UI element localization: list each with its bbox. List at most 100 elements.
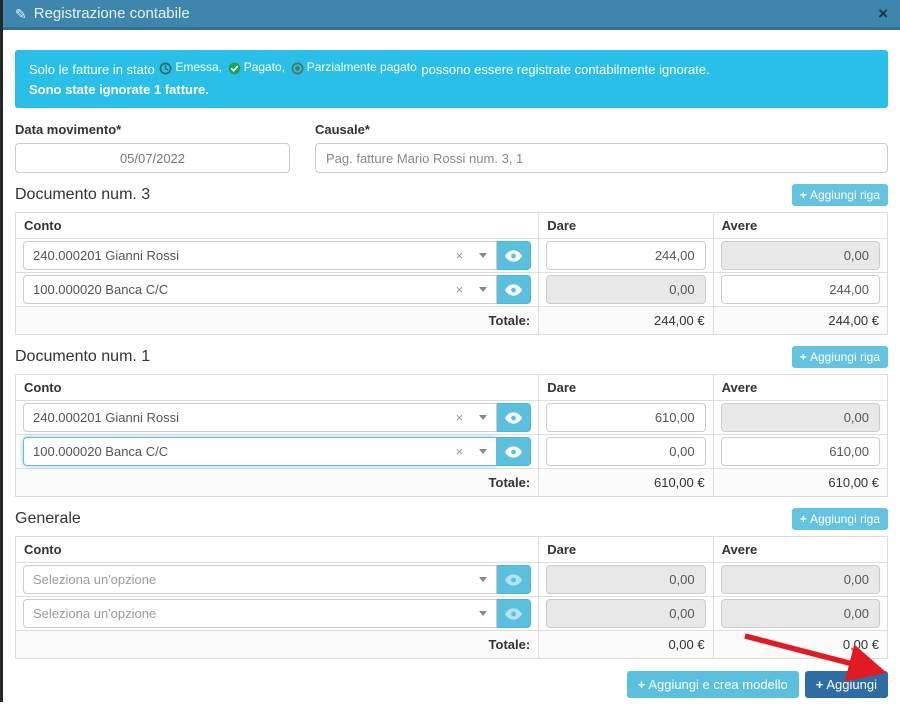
- view-account-button[interactable]: [497, 565, 531, 594]
- info-alert: Solo le fatture in stato Emessa, Pagato,…: [15, 50, 888, 108]
- section-head: Documento num. 3 +Aggiungi riga: [15, 184, 888, 206]
- table-row: 240.000201 Gianni Rossi ×: [16, 239, 888, 273]
- add-button-label: Aggiungi: [826, 677, 877, 692]
- dare-input[interactable]: [546, 241, 705, 270]
- view-account-button[interactable]: [497, 599, 531, 628]
- table-row: 240.000201 Gianni Rossi ×: [16, 401, 888, 435]
- totale-row: Totale: 0,00 € 0,00 €: [16, 631, 888, 659]
- section-head: Documento num. 1 +Aggiungi riga: [15, 346, 888, 368]
- dare-input[interactable]: [546, 403, 705, 432]
- account-select-focused[interactable]: 100.000020 Banca C/C ×: [23, 437, 497, 466]
- alert-suffix: possono essere registrate contabilmente …: [421, 62, 709, 77]
- account-select-value: 100.000020 Banca C/C: [33, 282, 456, 297]
- column-header-avere: Avere: [713, 375, 887, 401]
- view-account-button[interactable]: [497, 403, 531, 432]
- date-input[interactable]: [15, 143, 290, 173]
- column-header-conto: Conto: [16, 537, 539, 563]
- movement-form-row: Data movimento* Causale*: [15, 122, 888, 173]
- date-label: Data movimento*: [15, 122, 290, 137]
- clear-icon[interactable]: ×: [456, 411, 464, 424]
- table-row: Seleziona un'opzione: [16, 597, 888, 631]
- plus-icon: +: [638, 677, 646, 692]
- totale-avere: 610,00 €: [713, 469, 887, 497]
- section-title: Documento num. 1: [15, 348, 150, 366]
- chevron-down-icon: [479, 415, 487, 420]
- add-and-create-template-button[interactable]: +Aggiungi e crea modello: [627, 671, 799, 698]
- eye-icon: [505, 412, 522, 424]
- chevron-down-icon: [479, 449, 487, 454]
- column-header-avere: Avere: [713, 537, 887, 563]
- causale-input[interactable]: [315, 143, 888, 173]
- check-circle-icon: [228, 62, 241, 75]
- status-emessa: Emessa,: [159, 58, 222, 77]
- chevron-down-icon: [479, 611, 487, 616]
- causale-label: Causale*: [315, 122, 888, 137]
- add-and-create-template-label: Aggiungi e crea modello: [648, 677, 787, 692]
- view-account-button[interactable]: [497, 241, 531, 270]
- column-header-dare: Dare: [539, 375, 713, 401]
- dare-input: [546, 275, 705, 304]
- table-row: Seleziona un'opzione: [16, 563, 888, 597]
- view-account-button[interactable]: [497, 437, 531, 466]
- column-header-conto: Conto: [16, 213, 539, 239]
- account-select[interactable]: 240.000201 Gianni Rossi ×: [23, 403, 497, 432]
- eye-icon: [505, 284, 522, 296]
- accounts-table: Conto Dare Avere 240.000201 Gianni Rossi…: [15, 212, 888, 335]
- status-pagato-label: Pagato,: [244, 58, 285, 77]
- avere-input[interactable]: [721, 275, 880, 304]
- modal-header: ✎ Registrazione contabile ×: [3, 0, 900, 30]
- alert-line-1: Solo le fatture in stato Emessa, Pagato,…: [29, 58, 874, 80]
- add-row-button[interactable]: +Aggiungi riga: [792, 346, 888, 368]
- pencil-icon: ✎: [15, 7, 27, 21]
- totale-avere: 244,00 €: [713, 307, 887, 335]
- status-parzialmente-label: Parzialmente pagato: [307, 58, 417, 77]
- table-row: 100.000020 Banca C/C ×: [16, 273, 888, 307]
- dare-input[interactable]: [546, 437, 705, 466]
- modal-title: Registrazione contabile: [34, 5, 190, 22]
- clear-icon[interactable]: ×: [456, 283, 464, 296]
- account-select-empty[interactable]: Seleziona un'opzione: [23, 565, 497, 594]
- chevron-down-icon: [479, 577, 487, 582]
- dare-input: [546, 599, 705, 628]
- add-button[interactable]: +Aggiungi: [805, 671, 888, 698]
- column-header-avere: Avere: [713, 213, 887, 239]
- section-generale: Generale +Aggiungi riga Conto Dare Avere…: [15, 508, 888, 659]
- close-icon[interactable]: ×: [878, 5, 888, 22]
- account-select-placeholder: Seleziona un'opzione: [33, 572, 479, 587]
- account-select-value: 240.000201 Gianni Rossi: [33, 248, 456, 263]
- clear-icon[interactable]: ×: [456, 249, 464, 262]
- table-row: 100.000020 Banca C/C ×: [16, 435, 888, 469]
- status-parzialmente-pagato: Parzialmente pagato: [291, 58, 417, 77]
- totale-label: Totale:: [16, 307, 539, 335]
- account-select[interactable]: 100.000020 Banca C/C ×: [23, 275, 497, 304]
- plus-icon: +: [800, 512, 807, 526]
- eye-icon: [505, 608, 522, 620]
- add-row-button[interactable]: +Aggiungi riga: [792, 184, 888, 206]
- partial-paid-icon: [291, 62, 304, 75]
- account-select-empty[interactable]: Seleziona un'opzione: [23, 599, 497, 628]
- status-pagato: Pagato,: [228, 58, 285, 77]
- totale-dare: 244,00 €: [539, 307, 713, 335]
- add-row-label: Aggiungi riga: [810, 512, 880, 526]
- add-row-button[interactable]: +Aggiungi riga: [792, 508, 888, 530]
- alert-line-2: Sono state ignorate 1 fatture.: [29, 80, 874, 100]
- eye-icon: [505, 574, 522, 586]
- accounts-table: Conto Dare Avere 240.000201 Gianni Rossi…: [15, 374, 888, 497]
- avere-input: [721, 241, 880, 270]
- view-account-button[interactable]: [497, 275, 531, 304]
- modal-backdrop-edge: [0, 0, 3, 702]
- eye-icon: [505, 250, 522, 262]
- totale-label: Totale:: [16, 469, 539, 497]
- plus-icon: +: [816, 677, 824, 692]
- totale-dare: 0,00 €: [539, 631, 713, 659]
- plus-icon: +: [800, 188, 807, 202]
- avere-input: [721, 403, 880, 432]
- account-select[interactable]: 240.000201 Gianni Rossi ×: [23, 241, 497, 270]
- section-title: Generale: [15, 510, 81, 528]
- accounts-table: Conto Dare Avere Seleziona un'opzione: [15, 536, 888, 659]
- clock-icon: [159, 62, 172, 75]
- chevron-down-icon: [479, 287, 487, 292]
- clear-icon[interactable]: ×: [456, 445, 464, 458]
- dare-input: [546, 565, 705, 594]
- avere-input[interactable]: [721, 437, 880, 466]
